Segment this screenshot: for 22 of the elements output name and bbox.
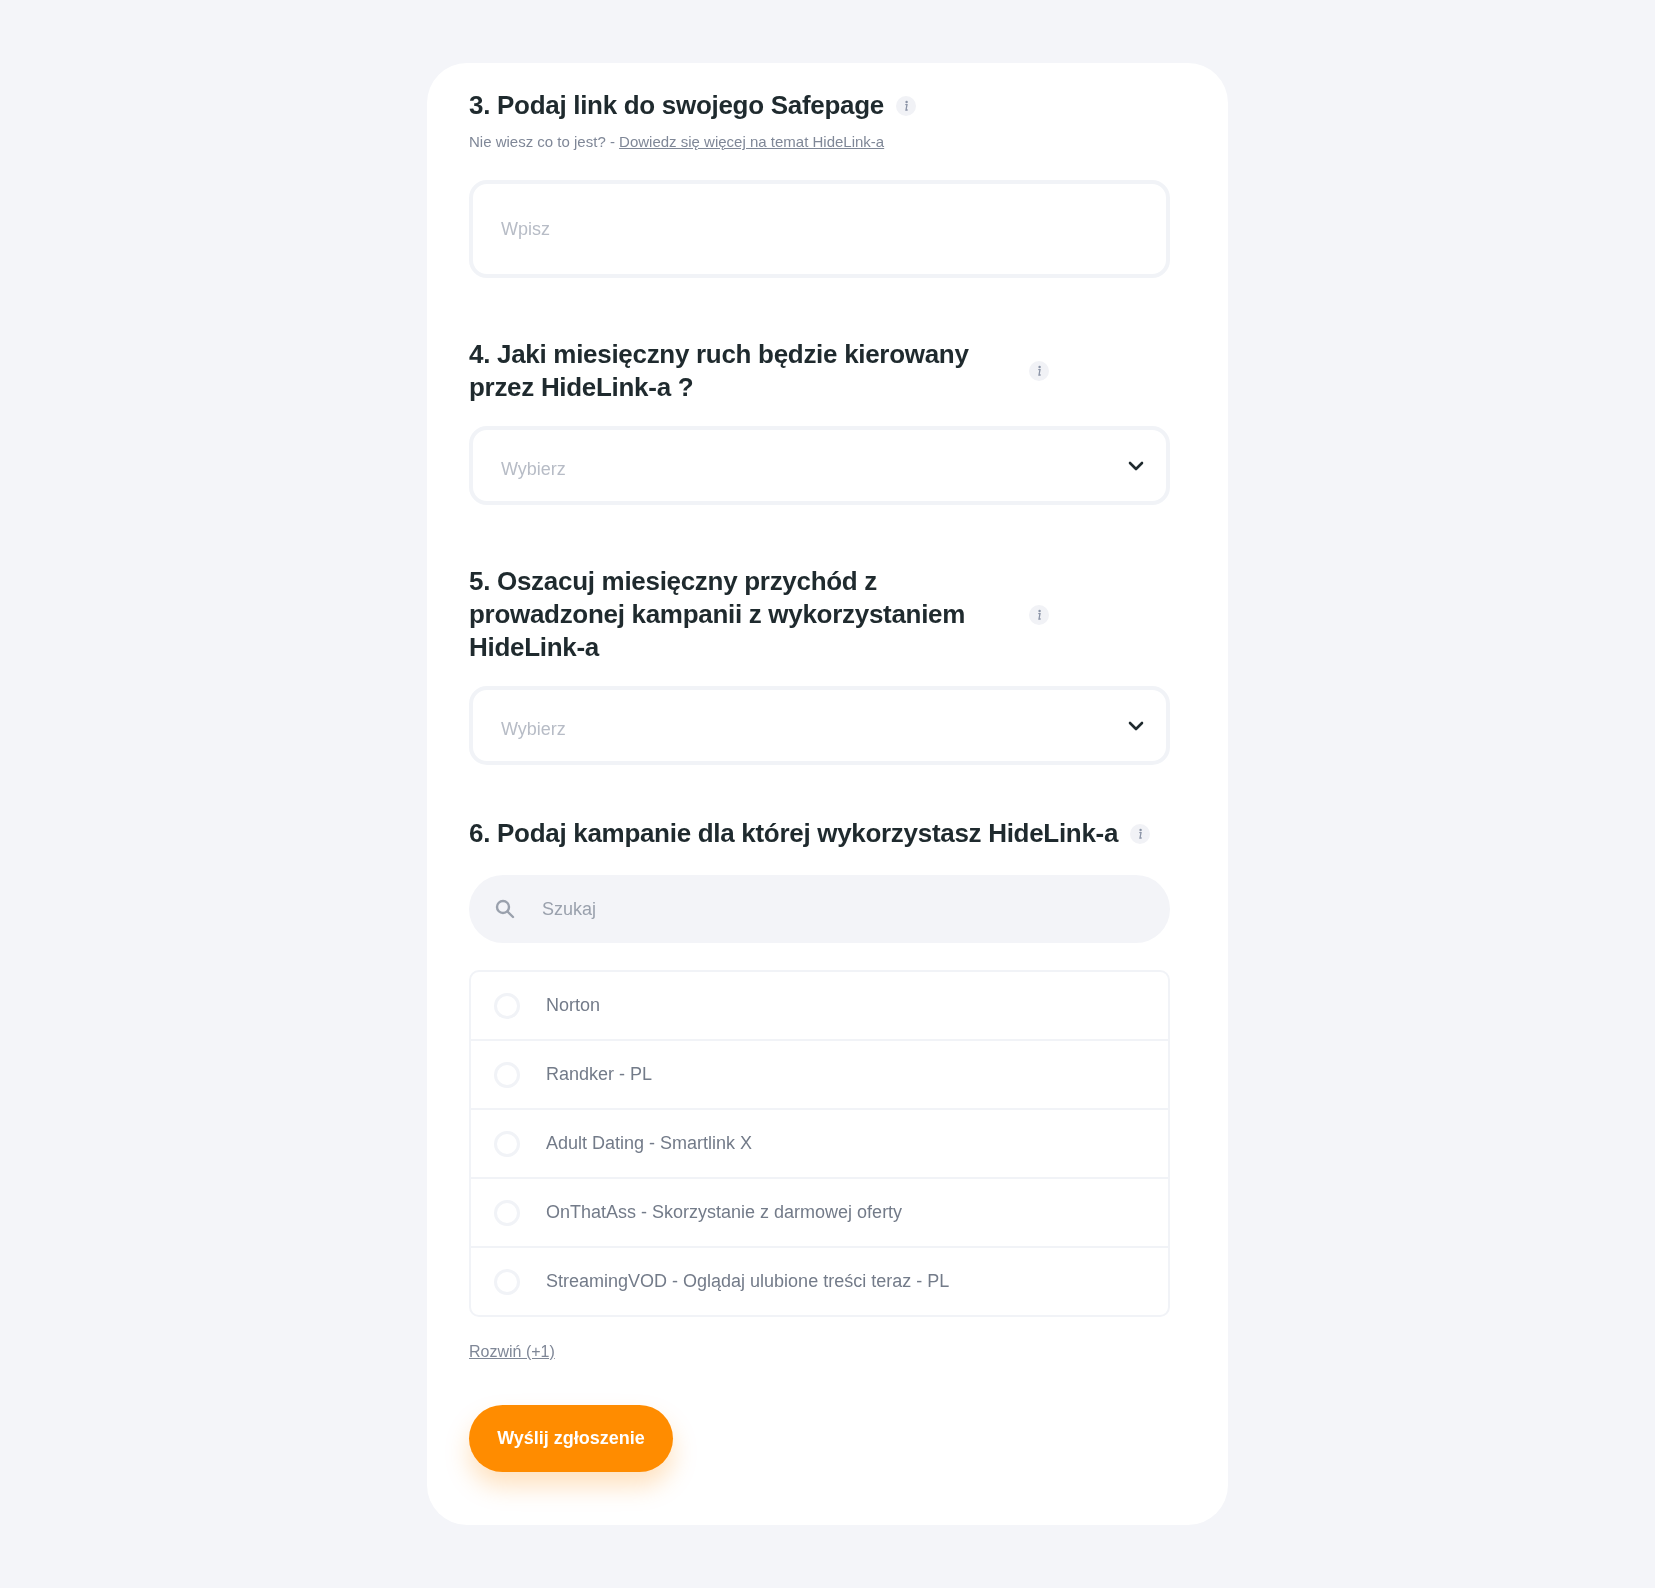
campaign-option[interactable]: Randker - PL [471, 1039, 1168, 1108]
campaign-option[interactable]: Norton [471, 972, 1168, 1039]
chevron-down-icon [1128, 720, 1144, 731]
campaign-option[interactable]: StreamingVOD - Oglądaj ulubione treści teraz - PL [471, 1246, 1168, 1315]
campaign-option[interactable]: OnThatAss - Skorzystanie z darmowej oferty [471, 1177, 1168, 1246]
hint-text: Nie wiesz co to jest? - Dowiedz się więcej na temat HideLink-a [469, 133, 886, 150]
question-title: 3. Podaj link do swojego Safepage [469, 89, 884, 122]
expand-link[interactable]: Rozwiń (+1) [469, 1343, 555, 1361]
question-title: 4. Jaki miesięczny ruch będzie kierowany przez HideLink-a ? [469, 338, 970, 404]
info-icon[interactable] [1029, 604, 1049, 625]
search-field[interactable]: Szukaj [469, 875, 1170, 943]
search-icon [495, 899, 515, 919]
chevron-down-icon [1128, 460, 1144, 471]
learn-more-link[interactable]: Dowiedz się więcej na temat HideLink-a [619, 133, 885, 150]
link-input-field[interactable]: Wpisz [469, 180, 1170, 278]
question-title: 5. Oszacuj miesięczny przychód z prowadzonej kampanii z wykorzystaniem HideLink-a [469, 565, 967, 664]
submit-button[interactable]: Wyślij zgłoszenie [469, 1405, 673, 1472]
info-icon[interactable] [895, 95, 916, 116]
info-icon[interactable] [1130, 823, 1151, 844]
question-title: 6. Podaj kampanie dla której wykorzystasz HideLink-a [469, 817, 1119, 850]
campaign-option[interactable]: Adult Dating - Smartlink X [471, 1108, 1168, 1177]
info-icon[interactable] [1029, 361, 1049, 381]
